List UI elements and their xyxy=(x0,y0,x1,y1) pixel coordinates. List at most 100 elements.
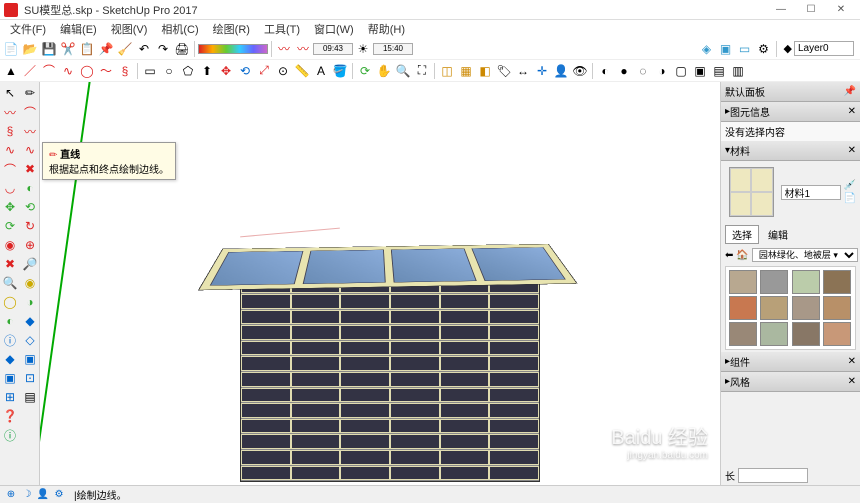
material-swatch[interactable] xyxy=(729,322,757,346)
lt-green3-icon[interactable]: ◐ xyxy=(1,312,19,330)
top-icon[interactable]: ▣ xyxy=(717,40,735,58)
style3-icon[interactable]: ▤ xyxy=(710,62,728,80)
material-swatch[interactable] xyxy=(760,322,788,346)
lt-red2-icon[interactable]: ✖ xyxy=(1,255,19,273)
lt-q-icon[interactable]: ❓ xyxy=(1,407,19,425)
dim-icon[interactable]: ↔ xyxy=(514,62,532,80)
undo-icon[interactable]: ↶ xyxy=(135,40,153,58)
layer-selector[interactable]: ◆ xyxy=(780,41,858,56)
pushpull-icon[interactable]: ⬆ xyxy=(198,62,216,80)
select-icon[interactable]: ▲ xyxy=(2,62,20,80)
lt-wire3-icon[interactable]: ∿ xyxy=(1,141,19,159)
layer-input[interactable] xyxy=(794,41,854,56)
lt-info2-icon[interactable]: ◆ xyxy=(1,350,19,368)
poly-icon[interactable]: ⬠ xyxy=(179,62,197,80)
material-swatch[interactable] xyxy=(729,270,757,294)
xray-icon[interactable]: ◐ xyxy=(596,62,614,80)
lt-arc2-icon[interactable]: ◡ xyxy=(1,179,19,197)
lt2-zoom-icon[interactable]: 🔎 xyxy=(21,255,39,273)
material-preview[interactable] xyxy=(729,167,774,217)
style1-icon[interactable]: ▢ xyxy=(672,62,690,80)
lt-green2-icon[interactable]: ⟳ xyxy=(1,217,19,235)
menu-edit[interactable]: 编辑(E) xyxy=(54,20,103,38)
hidden-icon[interactable]: ◌ xyxy=(634,62,652,80)
rect-icon[interactable]: ▭ xyxy=(141,62,159,80)
lt2-green3-icon[interactable]: ◑ xyxy=(21,293,39,311)
material-swatch[interactable] xyxy=(729,296,757,320)
material-name[interactable] xyxy=(781,185,841,200)
copy-icon[interactable]: 📋 xyxy=(78,40,96,58)
pan-icon[interactable]: ✋ xyxy=(375,62,393,80)
shape-red-icon[interactable]: ◯ xyxy=(78,62,96,80)
menu-window[interactable]: 窗口(W) xyxy=(308,20,360,38)
material-swatch[interactable] xyxy=(792,296,820,320)
lt2-row-icon[interactable]: ▤ xyxy=(21,388,39,406)
lt-red1-icon[interactable]: ◉ xyxy=(1,236,19,254)
zoom-icon[interactable]: 🔍 xyxy=(394,62,412,80)
orbit-icon[interactable]: ⟳ xyxy=(356,62,374,80)
lt2-x-icon[interactable]: ✖ xyxy=(21,160,39,178)
menu-tools[interactable]: 工具(T) xyxy=(258,20,306,38)
lt2-info2-icon[interactable]: ◇ xyxy=(21,331,39,349)
group-icon[interactable]: ▦ xyxy=(457,62,475,80)
viewport[interactable]: ✏ 直线 根据起点和终点绘制边线。 Baidu 经验 jingyan.baidu… xyxy=(40,82,720,485)
time-morning[interactable]: 09:43 xyxy=(313,43,353,55)
lt2-red4-icon[interactable]: ⊕ xyxy=(21,236,39,254)
material-swatch[interactable] xyxy=(760,270,788,294)
material-swatch[interactable] xyxy=(760,296,788,320)
lt2-arc-icon[interactable]: ⌒ xyxy=(21,103,39,121)
lt-yellow-icon[interactable]: ◯ xyxy=(1,293,19,311)
styles-header[interactable]: ▸ 风格✕ xyxy=(721,372,860,392)
collapse-icon[interactable]: ✕ xyxy=(848,106,856,117)
wire2-icon[interactable]: 〰 xyxy=(294,40,312,58)
text-icon[interactable]: A xyxy=(312,62,330,80)
lt-info3-icon[interactable]: ▣ xyxy=(1,369,19,387)
gear-icon[interactable]: ⚙ xyxy=(755,40,773,58)
home-icon[interactable]: 🏠 xyxy=(736,250,748,261)
lt-select-icon[interactable]: ↖ xyxy=(1,84,19,102)
print-icon[interactable]: 🖨 xyxy=(173,40,191,58)
lt-arc1-icon[interactable]: ⌒ xyxy=(1,160,19,178)
time-afternoon[interactable]: 15:40 xyxy=(373,43,413,55)
arc-red-icon[interactable]: ⌒ xyxy=(40,62,58,80)
tray-pin-icon[interactable]: 📌 xyxy=(844,86,856,97)
lt-info4-icon[interactable]: ⊞ xyxy=(1,388,19,406)
tag-icon[interactable]: 🏷 xyxy=(495,62,513,80)
save-icon[interactable]: 💾 xyxy=(40,40,58,58)
curve-red-icon[interactable]: 〜 xyxy=(97,62,115,80)
menu-file[interactable]: 文件(F) xyxy=(4,20,52,38)
maximize-button[interactable]: ☐ xyxy=(796,1,826,19)
axes-icon[interactable]: ✛ xyxy=(533,62,551,80)
material-swatch[interactable] xyxy=(823,322,851,346)
menu-camera[interactable]: 相机(C) xyxy=(155,20,204,38)
menu-draw[interactable]: 绘图(R) xyxy=(207,20,256,38)
lt2-pencil-icon[interactable]: ✏ xyxy=(21,84,39,102)
back-icon[interactable]: ◑ xyxy=(653,62,671,80)
style2-icon[interactable]: ▣ xyxy=(691,62,709,80)
minimize-button[interactable]: — xyxy=(766,1,796,19)
material-swatch[interactable] xyxy=(823,296,851,320)
lt2-info3-icon[interactable]: ▣ xyxy=(21,350,39,368)
menu-view[interactable]: 视图(V) xyxy=(105,20,154,38)
gear-status-icon[interactable]: ⚙ xyxy=(52,488,66,502)
shaded-icon[interactable]: ● xyxy=(615,62,633,80)
cut-icon[interactable]: ✂️ xyxy=(59,40,77,58)
style4-icon[interactable]: ▥ xyxy=(729,62,747,80)
length-input[interactable] xyxy=(738,468,808,483)
move-icon[interactable]: ✥ xyxy=(217,62,235,80)
look-icon[interactable]: 👁 xyxy=(571,62,589,80)
create-icon[interactable]: 📄 xyxy=(844,193,856,204)
person-status-icon[interactable]: 👤 xyxy=(36,488,50,502)
walk-icon[interactable]: 👤 xyxy=(552,62,570,80)
close-button[interactable]: ✕ xyxy=(826,1,856,19)
lt2-red3-icon[interactable]: ↻ xyxy=(21,217,39,235)
lt-info5-icon[interactable]: ⓘ xyxy=(1,426,19,444)
lt-green1-icon[interactable]: ✥ xyxy=(1,198,19,216)
tape-icon[interactable]: 📏 xyxy=(293,62,311,80)
sun-icon[interactable]: ☀ xyxy=(354,40,372,58)
lt2-info-icon[interactable]: ◆ xyxy=(21,312,39,330)
spiral-icon[interactable]: § xyxy=(116,62,134,80)
lt2-green2-icon[interactable]: ⟲ xyxy=(21,198,39,216)
paint-icon[interactable]: 🪣 xyxy=(331,62,349,80)
material-swatch[interactable] xyxy=(823,270,851,294)
